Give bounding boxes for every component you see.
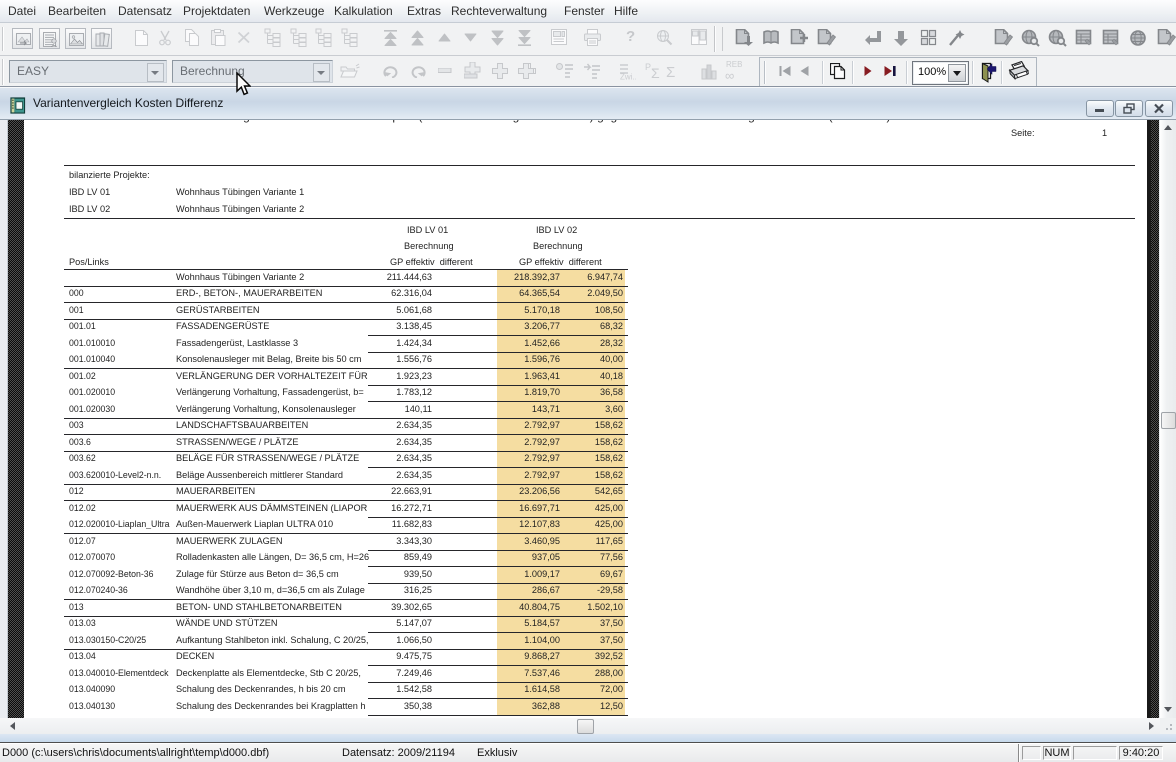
svg-text:Σ: Σ	[666, 64, 675, 80]
svg-text:∞: ∞	[725, 68, 734, 82]
svg-text:Σ: Σ	[651, 65, 660, 81]
svg-text:Zwi..: Zwi..	[620, 73, 636, 81]
